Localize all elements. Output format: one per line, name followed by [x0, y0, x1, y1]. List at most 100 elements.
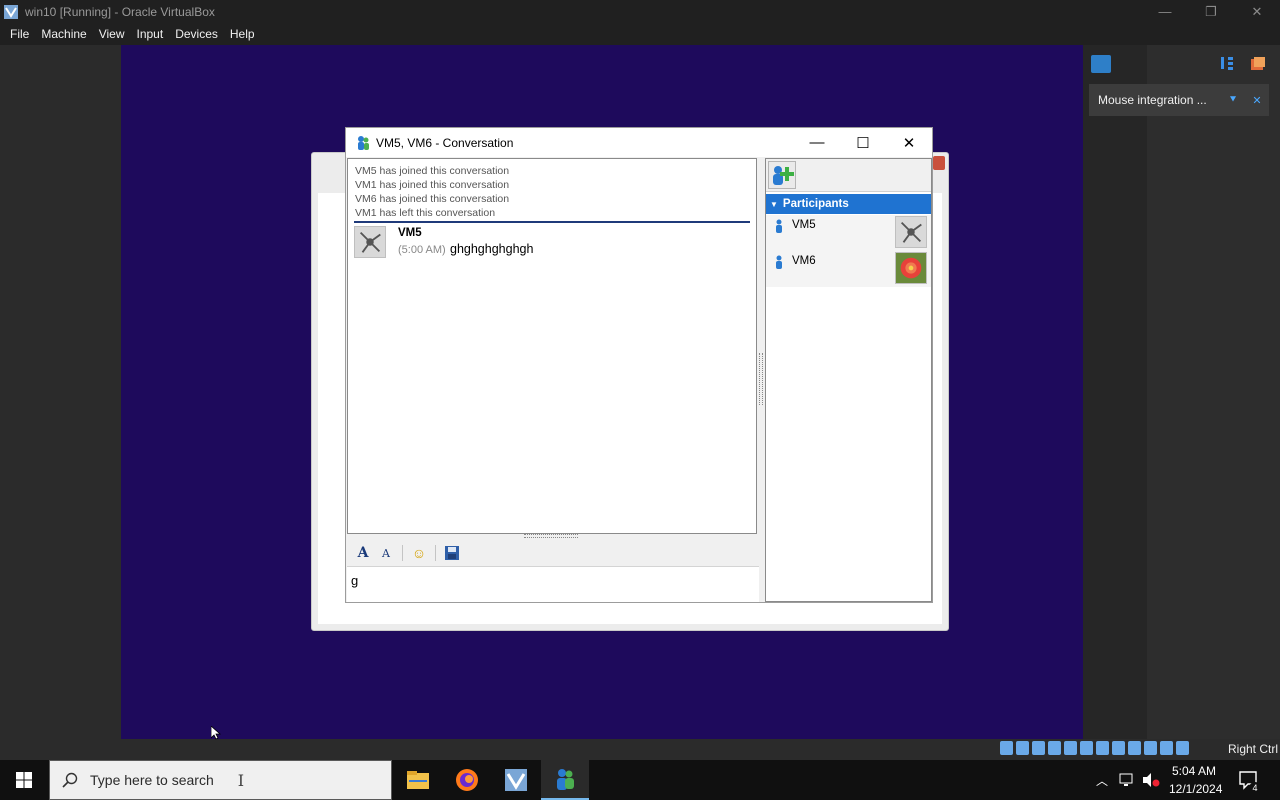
invite-participant-button[interactable]: [768, 161, 796, 189]
volume-muted-icon[interactable]: [1142, 772, 1160, 788]
participant-row[interactable]: VM6: [766, 251, 931, 287]
menu-machine[interactable]: Machine: [35, 27, 92, 41]
host-key-label: Right Ctrl: [1227, 742, 1278, 756]
background-window-close-button[interactable]: [933, 156, 945, 170]
emoticon-button[interactable]: ☺: [409, 543, 429, 563]
usb-status-icon[interactable]: [1080, 741, 1093, 755]
contact-status-icon: [776, 255, 782, 269]
hdd-status-icon[interactable]: [1000, 741, 1013, 755]
message-time: (5:00 AM): [398, 244, 446, 256]
recording-status-icon[interactable]: [1128, 741, 1141, 755]
invite-bar: [766, 159, 931, 192]
virtualbox-app-icon: [505, 769, 527, 791]
vertical-splitter[interactable]: [759, 353, 763, 405]
horizontal-splitter[interactable]: [524, 534, 578, 538]
close-button[interactable]: ✕: [1234, 0, 1280, 23]
mouse-status-icon[interactable]: [1160, 741, 1173, 755]
vbox-titlebar: win10 [Running] - Oracle VirtualBox — ❐ …: [0, 0, 1280, 23]
participants-header[interactable]: ▼ Participants: [766, 194, 931, 214]
start-button[interactable]: [0, 760, 48, 800]
floppy-status-icon[interactable]: [1032, 741, 1045, 755]
taskbar-firefox[interactable]: [443, 760, 491, 800]
conversation-titlebar[interactable]: VM5, VM6 - Conversation — ☐ ✕: [346, 128, 932, 157]
vbox-menubar: File Machine View Input Devices Help: [0, 23, 1280, 45]
conversation-title: VM5, VM6 - Conversation: [376, 135, 514, 150]
system-message: VM1 has joined this conversation: [355, 179, 510, 191]
format-toolbar: A A ☺: [347, 540, 757, 566]
text-cursor-icon: I: [237, 770, 245, 790]
notification-count-badge: 4: [1249, 782, 1261, 794]
text-color-button[interactable]: A: [376, 543, 396, 563]
notification-panel: [1147, 45, 1280, 739]
virtualbox-icon: [4, 4, 18, 19]
notification-popup[interactable]: Mouse integration ... ⯆ ✕: [1089, 84, 1269, 116]
message-text: ghghghghghgh: [450, 242, 534, 256]
close-notification-button[interactable]: ✕: [1245, 94, 1269, 107]
taskbar-virtualbox[interactable]: [492, 760, 540, 800]
optical-status-icon[interactable]: [1016, 741, 1029, 755]
sort-icon[interactable]: [1219, 55, 1235, 73]
notification-center-icon[interactable]: [1091, 55, 1111, 73]
messenger-icon: [358, 135, 369, 150]
windows-logo-icon: [16, 772, 32, 788]
collapse-triangle-icon: ▼: [770, 199, 778, 209]
vt-status-icon[interactable]: [1144, 741, 1157, 755]
firefox-icon: [456, 769, 478, 791]
participant-name: VM6: [792, 255, 816, 267]
messenger-app-icon: [557, 769, 574, 790]
message-author: VM5: [398, 227, 422, 239]
toolbar-separator: [435, 545, 436, 561]
system-message: VM5 has joined this conversation: [355, 165, 510, 177]
menu-input[interactable]: Input: [131, 27, 170, 41]
save-icon: [445, 546, 459, 560]
system-message: VM6 has joined this conversation: [355, 193, 510, 205]
contact-status-icon: [776, 219, 782, 233]
network-status-icon[interactable]: [1064, 741, 1077, 755]
font-button[interactable]: A: [353, 543, 373, 563]
participants-header-label: Participants: [782, 198, 849, 210]
display-status-icon[interactable]: [1112, 741, 1125, 755]
taskbar-messenger[interactable]: [541, 760, 589, 800]
message-history[interactable]: VM5 has joined this conversation VM1 has…: [347, 158, 757, 534]
message-row: VM5 (5:00 AM) ghghghghghgh: [348, 223, 756, 263]
menu-view[interactable]: View: [93, 27, 131, 41]
menu-help[interactable]: Help: [224, 27, 261, 41]
vm6-participant-avatar: [895, 252, 927, 284]
conversation-maximize-button[interactable]: ☐: [840, 128, 886, 157]
add-contact-icon: [773, 166, 794, 185]
font-icon: A: [357, 545, 369, 561]
notification-strip: [1083, 45, 1147, 739]
minimize-button[interactable]: —: [1142, 0, 1188, 23]
conversation-minimize-button[interactable]: —: [794, 128, 840, 157]
file-explorer-icon: [407, 771, 429, 789]
taskbar-search[interactable]: Type here to search I: [49, 760, 392, 800]
shared-folders-icon[interactable]: [1096, 741, 1109, 755]
network-tray-icon[interactable]: [1119, 772, 1135, 788]
window-title: win10 [Running] - Oracle VirtualBox: [25, 4, 215, 19]
taskbar-file-explorer[interactable]: [394, 760, 442, 800]
system-message: VM1 has left this conversation: [355, 207, 496, 219]
clear-notifications-icon[interactable]: [1249, 55, 1267, 73]
search-placeholder: Type here to search: [90, 772, 214, 788]
menu-file[interactable]: File: [4, 27, 35, 41]
menu-devices[interactable]: Devices: [169, 27, 224, 41]
vm5-participant-avatar: [895, 216, 927, 248]
show-hidden-icons-button[interactable]: ︿: [1096, 772, 1108, 789]
participant-name: VM5: [792, 219, 816, 231]
restore-button[interactable]: ❐: [1188, 0, 1234, 23]
message-input[interactable]: g: [347, 566, 759, 602]
clock-date[interactable]: 12/1/2024: [1169, 782, 1222, 796]
vbox-statusbar: Right Ctrl: [0, 739, 1280, 760]
clock-time[interactable]: 5:04 AM: [1172, 764, 1216, 778]
pin-notification-button[interactable]: ⯆: [1221, 94, 1245, 107]
mouse-pointer-icon: [211, 726, 221, 740]
keyboard-status-icon[interactable]: [1176, 741, 1189, 755]
participant-row[interactable]: VM5: [766, 215, 931, 251]
audio-status-icon[interactable]: [1048, 741, 1061, 755]
conversation-close-button[interactable]: ✕: [886, 128, 932, 157]
taskbar: Type here to search I ︿ 5:04 AM 12/1/202…: [0, 760, 1280, 800]
color-icon: A: [382, 546, 390, 560]
conversation-window: VM5, VM6 - Conversation — ☐ ✕ VM5 has jo…: [345, 127, 933, 603]
vm5-avatar: [354, 226, 386, 258]
save-button[interactable]: [442, 543, 462, 563]
